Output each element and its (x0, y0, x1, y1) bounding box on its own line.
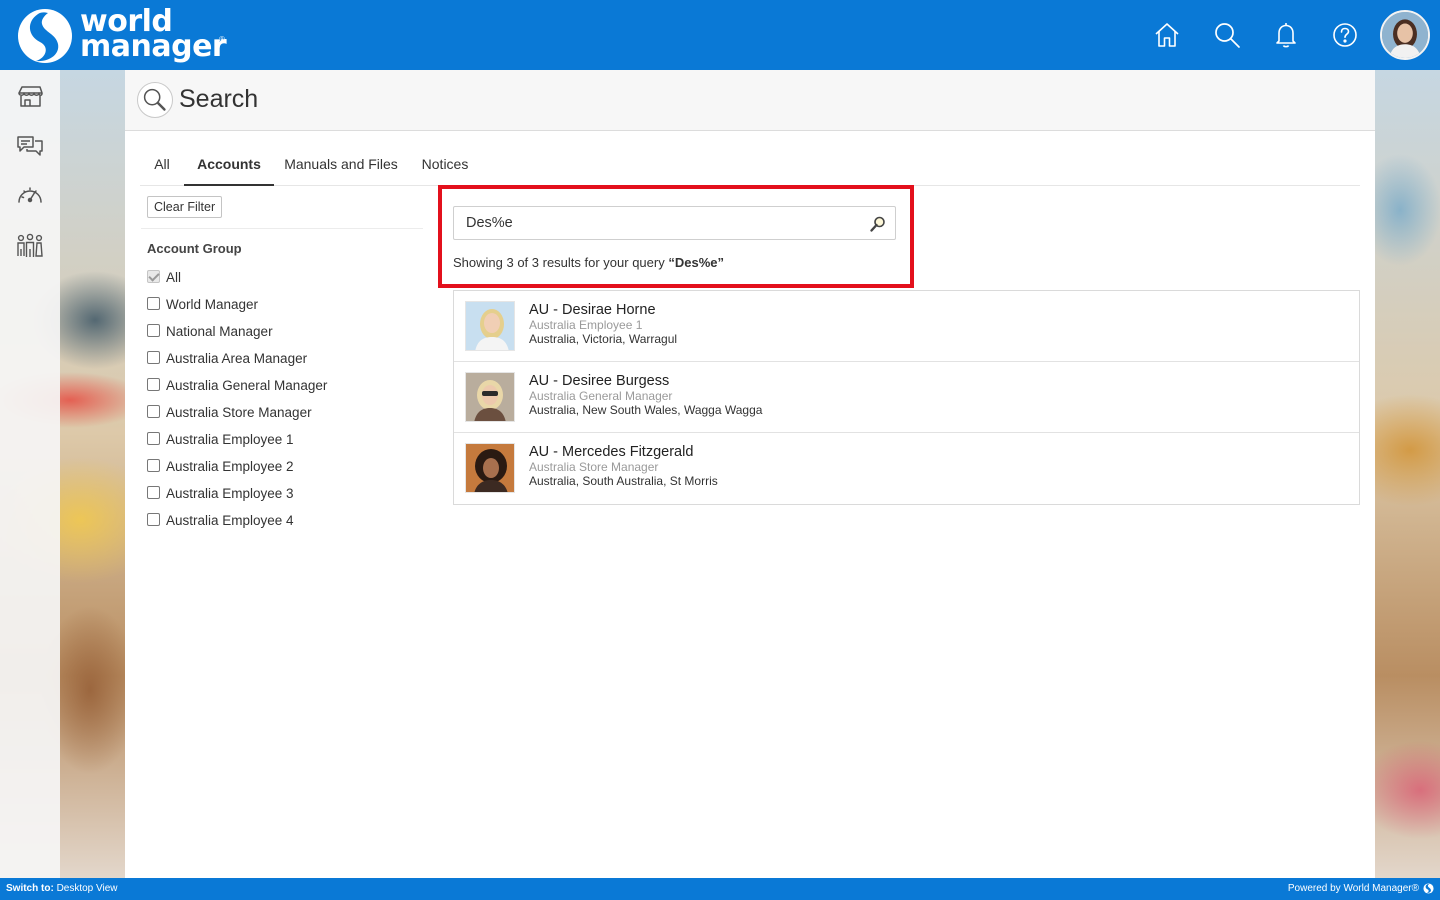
filter-option-label: Australia General Manager (166, 378, 328, 393)
result-item[interactable]: AU - Mercedes Fitzgerald Australia Store… (454, 433, 1359, 504)
result-role: Australia General Manager (529, 389, 673, 403)
result-item[interactable]: AU - Desirae Horne Australia Employee 1 … (454, 291, 1359, 362)
user-avatar[interactable] (1380, 10, 1430, 60)
search-field (453, 206, 896, 240)
logo-registered-mark: ® (219, 35, 225, 44)
switch-view-target: Desktop View (56, 883, 118, 894)
people-icon[interactable] (14, 230, 46, 262)
tab-accounts[interactable]: Accounts (184, 148, 274, 186)
avatar (465, 301, 515, 351)
store-icon[interactable] (14, 81, 46, 113)
profile-photo-icon (466, 444, 514, 492)
result-role: Australia Employee 1 (529, 318, 643, 332)
top-bar: world manager ® (0, 0, 1440, 70)
filter-checkbox[interactable] (147, 324, 160, 337)
filter-option-label: Australia Area Manager (166, 351, 308, 366)
dashboard-icon[interactable] (14, 180, 46, 212)
help-icon[interactable] (1330, 20, 1360, 50)
results-summary-query: “Des%e” (668, 255, 724, 270)
search-icon[interactable] (1212, 20, 1242, 50)
filter-checkbox[interactable] (147, 405, 160, 418)
tab-notices[interactable]: Notices (414, 148, 476, 186)
logo-text-manager: manager (80, 29, 227, 64)
results-list: AU - Desirae Horne Australia Employee 1 … (453, 290, 1360, 505)
switch-view-label: Switch to: (6, 883, 54, 894)
filter-checkbox[interactable] (147, 486, 160, 499)
search-tabs: All Accounts Manuals and Files Notices (140, 148, 1360, 186)
filter-option-label: National Manager (166, 324, 273, 339)
clear-filter-button[interactable]: Clear Filter (147, 196, 223, 218)
result-location: Australia, South Australia, St Morris (529, 474, 718, 488)
filter-checkbox[interactable] (147, 351, 160, 364)
result-location: Australia, New South Wales, Wagga Wagga (529, 403, 763, 417)
switch-view-link[interactable]: Switch to: Desktop View (6, 883, 118, 894)
filter-option-label: All (166, 270, 182, 285)
result-location: Australia, Victoria, Warragul (529, 332, 678, 346)
results-summary-text: Showing 3 of 3 results for your query (453, 255, 669, 270)
filter-option-label: Australia Store Manager (166, 405, 312, 420)
powered-by-text: Powered by World Manager® (1287, 883, 1419, 894)
filter-checkbox[interactable] (147, 297, 160, 310)
page-title: Search (179, 85, 259, 113)
avatar (465, 372, 515, 422)
chat-icon[interactable] (14, 130, 46, 162)
user-photo-icon (1382, 12, 1428, 58)
bell-icon[interactable] (1271, 20, 1301, 50)
result-item[interactable]: AU - Desiree Burgess Australia General M… (454, 362, 1359, 433)
filter-option-label: Australia Employee 2 (166, 459, 294, 474)
filter-checkbox[interactable] (147, 378, 160, 391)
world-manager-logo[interactable]: world manager ® (16, 4, 236, 64)
logo-mark-icon (18, 9, 72, 63)
result-name: AU - Mercedes Fitzgerald (529, 444, 694, 460)
profile-photo-icon (466, 302, 514, 350)
filter-option-label: Australia Employee 4 (166, 513, 294, 528)
page-search-icon (137, 82, 173, 118)
left-sidebar: » (0, 70, 60, 878)
filter-option-label: Australia Employee 3 (166, 486, 294, 501)
home-icon[interactable] (1152, 20, 1182, 50)
footer-bar: Switch to: Desktop View Powered by World… (0, 878, 1440, 900)
search-input[interactable] (454, 207, 854, 239)
world-manager-small-logo-icon (1423, 883, 1434, 894)
filter-option-label: World Manager (166, 297, 259, 312)
filter-checkbox[interactable] (147, 513, 160, 526)
powered-by: Powered by World Manager® (1288, 883, 1434, 894)
tab-manuals-and-files[interactable]: Manuals and Files (280, 148, 402, 186)
filter-option-label: Australia Employee 1 (166, 432, 294, 447)
filter-divider (141, 228, 423, 229)
result-name: AU - Desirae Horne (529, 302, 656, 318)
filter-checkbox[interactable] (147, 432, 160, 445)
results-summary: Showing 3 of 3 results for your query “D… (453, 255, 724, 270)
filter-checkbox[interactable] (147, 459, 160, 472)
main-panel: Search All Accounts Manuals and Files No… (125, 70, 1375, 878)
result-role: Australia Store Manager (529, 460, 659, 474)
search-submit-icon[interactable] (869, 215, 887, 233)
tab-all[interactable]: All (140, 148, 184, 186)
avatar (465, 443, 515, 493)
page-header: Search (125, 70, 1375, 131)
result-name: AU - Desiree Burgess (529, 373, 670, 389)
filter-checkbox-checked[interactable] (147, 270, 160, 283)
profile-photo-icon (466, 373, 514, 421)
account-group-heading: Account Group (147, 241, 242, 256)
